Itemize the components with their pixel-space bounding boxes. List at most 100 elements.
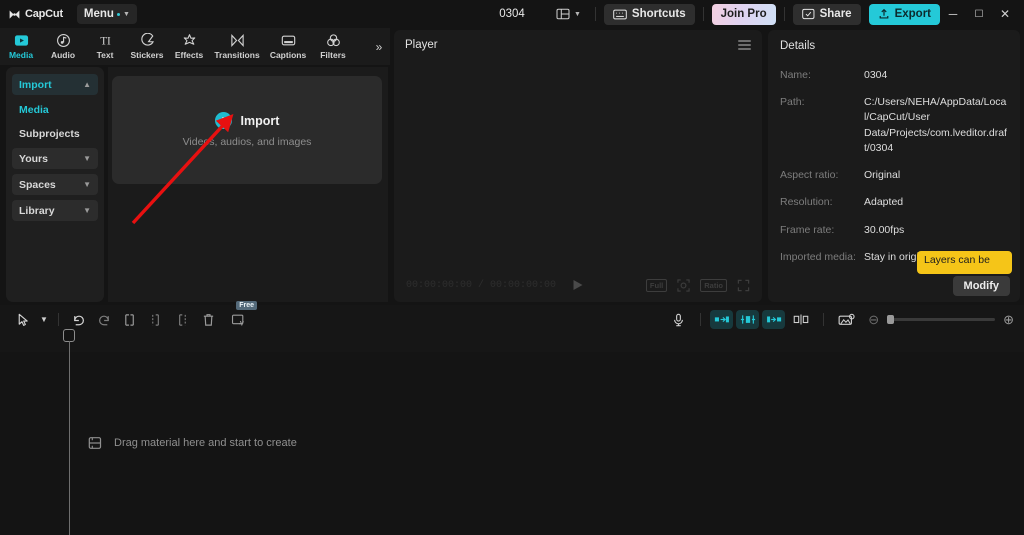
row-key: Aspect ratio: (780, 168, 864, 183)
text-icon: TI (98, 33, 113, 48)
app-brand-label: CapCut (25, 8, 63, 20)
minimize-button[interactable]: ─ (940, 3, 966, 25)
frame-icon[interactable] (677, 279, 690, 292)
sidebar-item-spaces[interactable]: Spaces ▼ (12, 174, 98, 195)
player-right-controls: Full Ratio (646, 279, 750, 292)
delete-button[interactable] (195, 309, 221, 331)
mirror-button[interactable] (788, 309, 814, 331)
maximize-button[interactable]: ☐ (966, 3, 992, 25)
playhead-line (69, 341, 71, 535)
share-icon (802, 8, 815, 20)
zoom-slider-knob[interactable] (887, 315, 894, 324)
player-title: Player (405, 39, 438, 51)
close-button[interactable]: ✕ (992, 3, 1018, 25)
details-row-frame-rate: Frame rate: 30.00fps (780, 223, 1008, 238)
trim-right-button[interactable] (169, 309, 195, 331)
keyframe-prev-button[interactable] (710, 310, 733, 329)
share-button[interactable]: Share (793, 4, 861, 25)
tab-label: Stickers (130, 50, 163, 60)
timeline-hint-label: Drag material here and start to create (114, 437, 297, 449)
sidebar-item-library[interactable]: Library ▼ (12, 200, 98, 221)
shortcuts-button[interactable]: Shortcuts (604, 4, 695, 25)
zoom-in-button[interactable]: ⊕ (1003, 312, 1014, 328)
keyframe-prev-icon (714, 314, 730, 325)
project-title: 0304 (499, 8, 525, 20)
keyframe-next-button[interactable] (762, 310, 785, 329)
captions-icon (281, 33, 296, 48)
zoom-out-button[interactable]: ⊖ (868, 312, 879, 328)
crop-button[interactable]: Free (225, 309, 251, 331)
select-tool-button[interactable] (10, 309, 36, 331)
undo-button[interactable] (65, 309, 91, 331)
undo-icon (71, 313, 86, 327)
timeline-empty-hint: Drag material here and start to create (88, 436, 297, 450)
redo-button[interactable] (91, 309, 117, 331)
import-subtitle: Videos, audios, and images (183, 136, 312, 148)
modify-button[interactable]: Modify (953, 276, 1010, 296)
export-icon (878, 8, 890, 20)
audio-icon (56, 33, 71, 48)
timeline-ruler[interactable] (0, 334, 1024, 352)
mask-button[interactable] (833, 309, 859, 331)
keyframe-add-button[interactable] (736, 310, 759, 329)
menu-button[interactable]: Menu ▼ (77, 4, 137, 24)
menu-update-dot (117, 13, 120, 16)
join-pro-button[interactable]: Join Pro (712, 4, 776, 25)
zoom-slider[interactable] (887, 318, 995, 321)
fullscreen-icon[interactable] (737, 279, 750, 292)
menu-label: Menu (84, 8, 114, 20)
player-canvas[interactable] (394, 60, 762, 268)
sidebar-item-subprojects[interactable]: Subprojects (12, 124, 98, 144)
trim-left-button[interactable] (143, 309, 169, 331)
sidebar-item-yours[interactable]: Yours ▼ (12, 148, 98, 169)
split-button[interactable] (117, 309, 143, 331)
details-row-name: Name: 0304 (780, 68, 1008, 83)
tab-media[interactable]: Media (0, 28, 42, 65)
chevron-down-icon: ▼ (83, 154, 91, 163)
chevron-down-icon: ▼ (123, 11, 130, 18)
export-button[interactable]: Export (869, 4, 940, 25)
tabs-overflow-button[interactable]: » (368, 28, 390, 65)
tab-captions[interactable]: Captions (264, 28, 312, 65)
record-voiceover-button[interactable] (665, 309, 691, 331)
tab-label: Transitions (214, 50, 259, 60)
sidebar-item-label: Library (19, 205, 55, 217)
import-dropzone[interactable]: + Import Videos, audios, and images (112, 76, 382, 184)
media-icon (14, 33, 29, 48)
row-key: Name: (780, 68, 864, 83)
effects-icon (182, 33, 197, 48)
details-rows: Name: 0304 Path: C:/Users/NEHA/AppData/L… (768, 62, 1020, 265)
sidebar-item-import[interactable]: Import ▲ (12, 74, 98, 95)
play-icon[interactable] (574, 280, 583, 290)
timeline-area[interactable] (0, 334, 1024, 535)
row-key: Imported media: (780, 250, 864, 265)
join-pro-label: Join Pro (721, 8, 767, 20)
sidebar-item-media[interactable]: Media (12, 100, 98, 120)
tab-transitions[interactable]: Transitions (210, 28, 264, 65)
app-logo: CapCut (8, 8, 63, 21)
tab-filters[interactable]: Filters (312, 28, 354, 65)
tab-text[interactable]: TI Text (84, 28, 126, 65)
tool-tab-bar: Media Audio TI Text (0, 28, 390, 65)
chevron-down-icon: ▼ (83, 206, 91, 215)
layout-icon (556, 8, 570, 20)
hamburger-icon[interactable] (738, 40, 751, 50)
layout-button[interactable]: ▼ (550, 5, 587, 23)
select-tool-dropdown[interactable]: ▼ (36, 309, 52, 331)
plus-icon[interactable]: + (215, 112, 232, 129)
divider (784, 7, 785, 21)
import-row: + Import (215, 112, 280, 129)
player-quality-button[interactable]: Full (646, 279, 667, 292)
row-key: Path: (780, 95, 864, 156)
layers-tooltip: Layers can be (917, 251, 1012, 274)
divider (703, 7, 704, 21)
tab-label: Audio (51, 50, 75, 60)
trim-left-icon (149, 313, 163, 327)
player-ratio-button[interactable]: Ratio (700, 279, 727, 292)
tab-audio[interactable]: Audio (42, 28, 84, 65)
tab-label: Effects (175, 50, 203, 60)
tab-stickers[interactable]: Stickers (126, 28, 168, 65)
details-row-resolution: Resolution: Adapted (780, 195, 1008, 210)
tab-effects[interactable]: Effects (168, 28, 210, 65)
capcut-logo-icon (8, 8, 21, 21)
